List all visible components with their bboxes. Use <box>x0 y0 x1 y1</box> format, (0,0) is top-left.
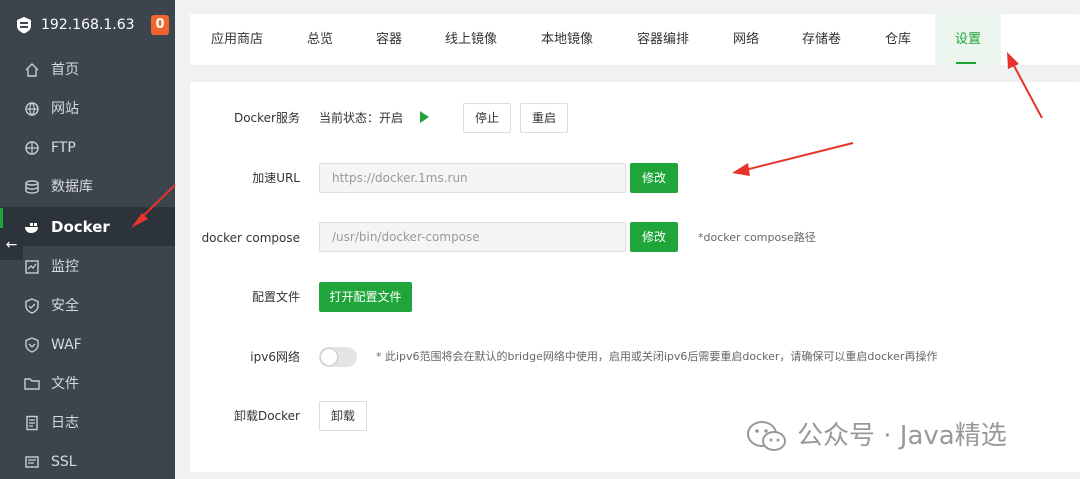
watermark-text: 公众号 · Java精选 <box>797 421 1007 451</box>
arrow-to-mirror-url <box>732 142 854 176</box>
arrow-to-docker-menu <box>131 184 176 228</box>
arrow-to-settings-tab <box>1007 52 1043 119</box>
wechat-logo-icon <box>747 421 786 451</box>
annotation-arrows <box>131 52 1043 228</box>
